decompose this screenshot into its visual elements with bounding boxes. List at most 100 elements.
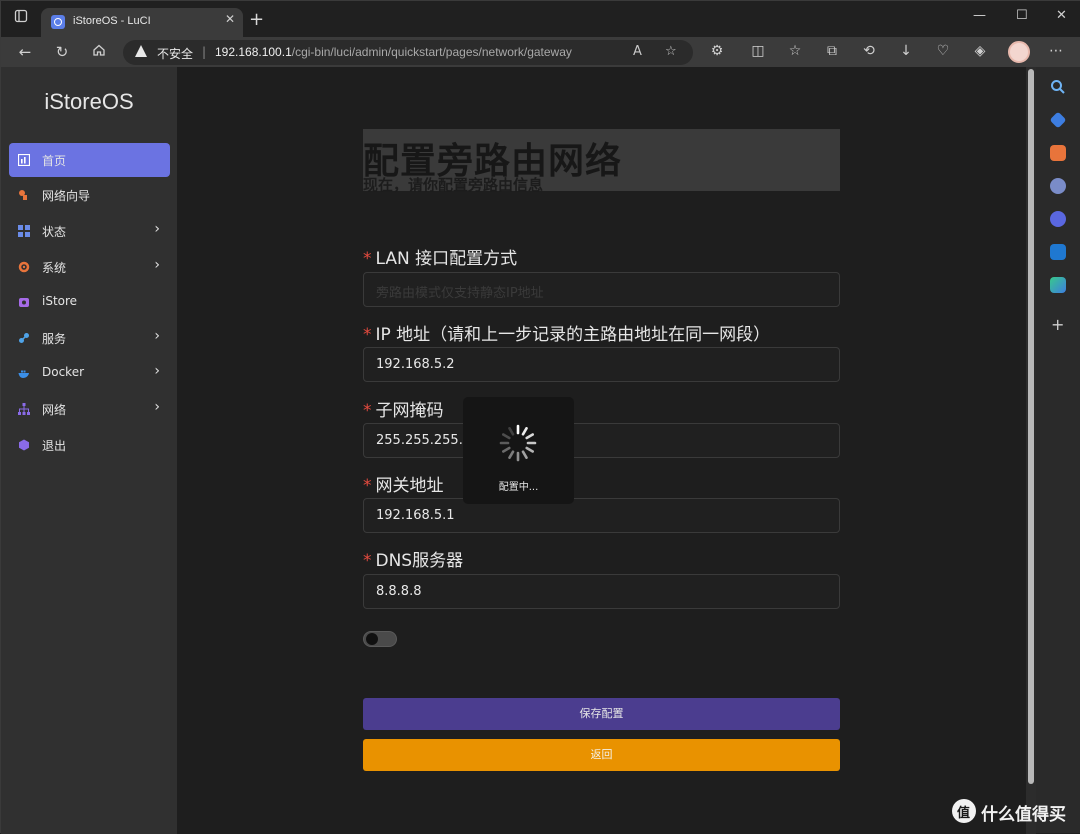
drop-icon[interactable] xyxy=(1050,277,1066,293)
close-window-icon[interactable]: ✕ xyxy=(1056,8,1067,23)
required-mark: * xyxy=(363,401,372,421)
sidebar-item-label: iStore xyxy=(42,294,78,308)
history-icon[interactable]: ⟲ xyxy=(860,43,878,59)
sidebar-item-label: 状态 xyxy=(42,225,67,239)
istoreos-logo: iStoreOS xyxy=(44,89,134,114)
web-page: iStoreOS 首页 网络向导 状态 › 系统 › iStore 服务 › D… xyxy=(1,67,1036,834)
lan-mode-select[interactable]: 旁路由模式仅支持静态IP地址 ⌄ xyxy=(363,272,840,307)
sidebar-item-network[interactable]: 网络 › xyxy=(9,392,170,426)
smzdm-logo-icon xyxy=(952,799,976,823)
tab-istoreos[interactable]: iStoreOS - LuCI ✕ xyxy=(41,8,243,37)
minimize-icon[interactable]: — xyxy=(973,8,986,23)
performance-icon[interactable]: ◈ xyxy=(971,43,989,59)
chevron-right-icon: › xyxy=(154,221,160,237)
new-tab-icon[interactable]: + xyxy=(249,9,264,30)
more-menu-icon[interactable]: ⋯ xyxy=(1047,43,1065,59)
sidebar-item-status[interactable]: 状态 › xyxy=(9,214,170,248)
wizard-icon xyxy=(19,190,27,200)
toggle-knob xyxy=(366,633,378,645)
sidebar-item-label: 首页 xyxy=(42,154,67,168)
close-tab-icon[interactable]: ✕ xyxy=(225,12,235,26)
dashboard-icon xyxy=(18,154,30,166)
ip-address-label: * IP 地址（请和上一步记录的主路由地址在同一网段） xyxy=(363,325,771,345)
netmask-input[interactable]: 255.255.255.0 xyxy=(363,423,840,458)
gateway-value: 192.168.5.1 xyxy=(376,508,455,523)
favorites-icon[interactable]: ☆ xyxy=(786,43,804,59)
netmask-label: * 子网掩码 xyxy=(363,401,444,421)
extensions-icon[interactable]: ⚙ xyxy=(708,43,726,59)
netmask-value: 255.255.255.0 xyxy=(376,433,472,448)
sidebar-item-home[interactable]: 首页 xyxy=(9,143,170,177)
required-mark: * xyxy=(363,551,372,571)
chevron-right-icon: › xyxy=(154,363,160,379)
sidebar-item-label: 系统 xyxy=(42,261,67,275)
save-config-button[interactable]: 保存配置 xyxy=(363,698,840,730)
sidebar-item-label: Docker xyxy=(42,365,85,379)
sidebar-item-label: 网络向导 xyxy=(42,189,91,203)
sidebar-item-services[interactable]: 服务 › xyxy=(9,321,170,355)
scrollbar-thumb[interactable] xyxy=(1028,69,1034,784)
dns-label: * DNS服务器 xyxy=(363,551,464,571)
network-icon xyxy=(18,403,30,415)
sidebar-item-docker[interactable]: Docker › xyxy=(9,356,170,390)
profile-avatar[interactable] xyxy=(1008,41,1030,63)
copilot-icon[interactable] xyxy=(1050,211,1066,227)
tab-title: iStoreOS - LuCI xyxy=(73,15,151,27)
address-bar-row: ← ↻ 不安全 | 192.168.100.1/cgi-bin/luci/adm… xyxy=(1,37,1080,67)
status-icon xyxy=(18,225,30,237)
dns-value: 8.8.8.8 xyxy=(376,584,422,599)
services-icon xyxy=(19,333,29,343)
address-bar[interactable]: 不安全 | 192.168.100.1/cgi-bin/luci/admin/q… xyxy=(123,40,693,65)
sidebar-item-logout[interactable]: 退出 xyxy=(9,428,170,462)
store-icon xyxy=(19,298,29,307)
chevron-down-icon: ⌄ xyxy=(376,280,387,294)
back-arrow-icon[interactable]: ← xyxy=(14,41,36,63)
logout-icon xyxy=(19,439,29,451)
browser-essentials-icon[interactable]: ♡ xyxy=(934,43,952,59)
favorite-star-icon[interactable]: ☆ xyxy=(665,44,677,59)
warning-icon[interactable] xyxy=(135,45,147,57)
add-sidebar-app-icon[interactable]: + xyxy=(1051,315,1064,334)
sidebar-item-label: 网络 xyxy=(42,403,67,417)
required-mark: * xyxy=(363,476,372,496)
loading-text: 配置中... xyxy=(498,482,539,493)
page-scrollbar[interactable] xyxy=(1026,67,1036,834)
required-mark: * xyxy=(363,249,372,269)
istoreos-favicon-icon xyxy=(51,15,65,29)
dns-input[interactable]: 8.8.8.8 xyxy=(363,574,840,609)
sidebar-item-system[interactable]: 系统 › xyxy=(9,250,170,284)
browser-window: iStoreOS - LuCI ✕ + — ☐ ✕ ← ↻ 不安全 | 192.… xyxy=(0,0,1080,834)
page-subtitle: 现在，请你配置旁路由信息 xyxy=(363,176,544,194)
tab-actions-icon[interactable] xyxy=(7,7,35,31)
ip-address-value: 192.168.5.2 xyxy=(376,357,455,372)
shopping-tag-icon[interactable] xyxy=(1049,111,1067,129)
tools-icon[interactable] xyxy=(1050,145,1066,161)
gateway-input[interactable]: 192.168.5.1 xyxy=(363,498,840,533)
tab-bar: iStoreOS - LuCI ✕ + — ☐ ✕ xyxy=(1,1,1080,37)
home-icon[interactable] xyxy=(88,41,110,63)
maximize-icon[interactable]: ☐ xyxy=(1016,8,1028,23)
split-screen-icon[interactable]: ◫ xyxy=(749,43,767,59)
url-text[interactable]: 192.168.100.1/cgi-bin/luci/admin/quickst… xyxy=(215,45,572,59)
games-icon[interactable] xyxy=(1050,178,1066,194)
chevron-right-icon: › xyxy=(154,257,160,273)
page-header: 配置旁路由网络 现在，请你配置旁路由信息 xyxy=(363,129,840,194)
not-secure-label[interactable]: 不安全 xyxy=(157,45,193,62)
sidebar-item-network-wizard[interactable]: 网络向导 xyxy=(9,178,170,212)
luci-sidebar: iStoreOS 首页 网络向导 状态 › 系统 › iStore 服务 › D… xyxy=(1,67,177,834)
collections-icon[interactable]: ⧉ xyxy=(823,43,841,59)
option-toggle[interactable] xyxy=(363,631,397,647)
sidebar-item-istore[interactable]: iStore xyxy=(9,285,170,319)
outlook-icon[interactable] xyxy=(1050,244,1066,260)
downloads-icon[interactable]: ↓ xyxy=(897,43,915,59)
refresh-icon[interactable]: ↻ xyxy=(51,41,73,63)
gear-icon xyxy=(18,261,30,273)
back-button[interactable]: 返回 xyxy=(363,739,840,771)
required-mark: * xyxy=(363,325,372,345)
lan-mode-label: * LAN 接口配置方式 xyxy=(363,249,518,269)
read-aloud-icon[interactable]: A xyxy=(633,44,642,59)
spinner-icon xyxy=(499,424,537,462)
search-icon[interactable] xyxy=(1050,79,1066,95)
main-content: 配置旁路由网络 现在，请你配置旁路由信息 * LAN 接口配置方式 旁路由模式仅支… xyxy=(177,67,1026,834)
ip-address-input[interactable]: 192.168.5.2 xyxy=(363,347,840,382)
